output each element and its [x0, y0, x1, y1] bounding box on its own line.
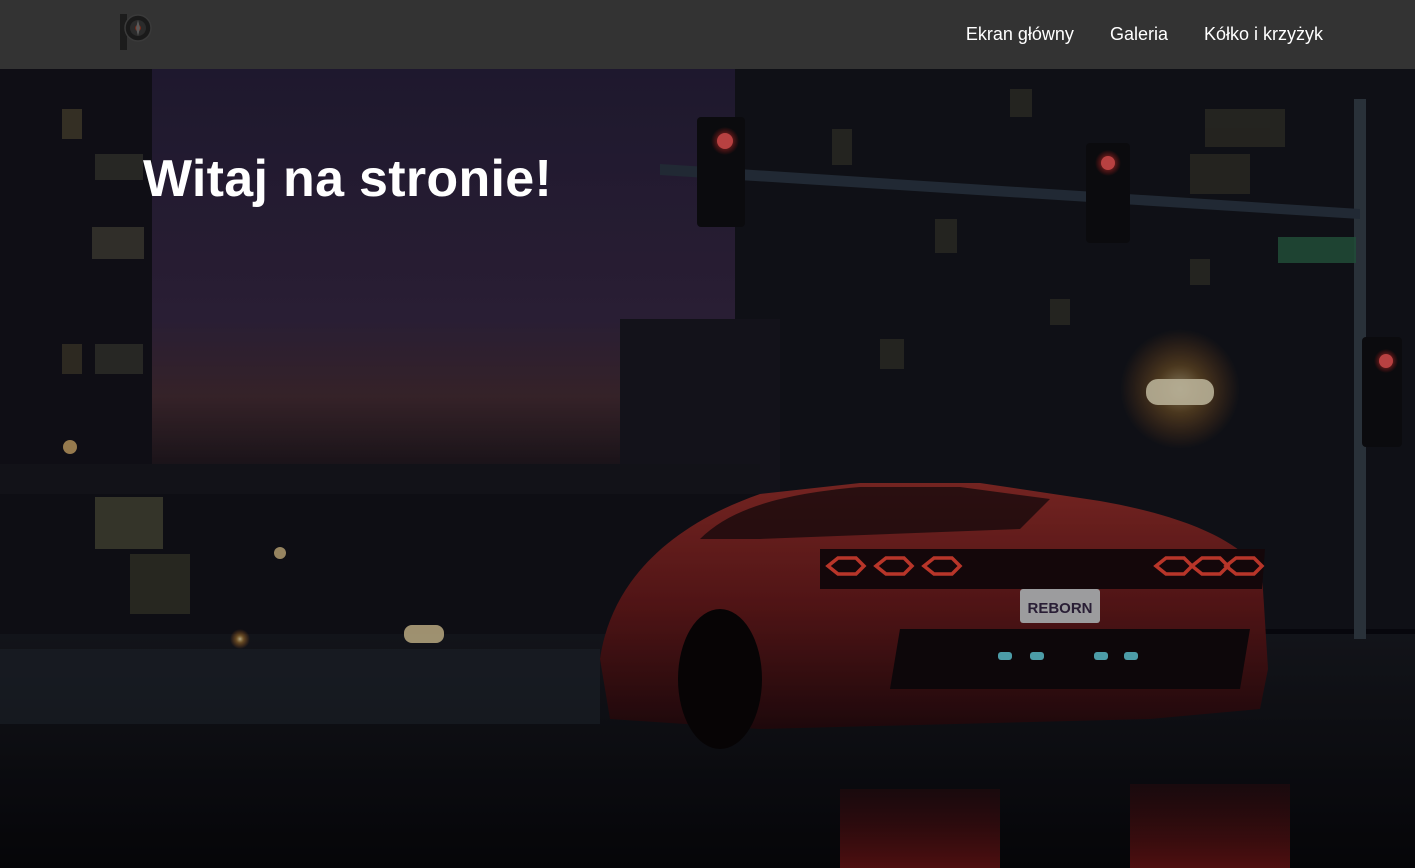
nav-link-tic-tac-toe[interactable]: Kółko i krzyżyk: [1204, 24, 1323, 45]
p-letter-logo-icon[interactable]: [118, 12, 154, 52]
main-nav: Ekran główny Galeria Kółko i krzyżyk: [966, 0, 1323, 69]
top-navbar: Ekran główny Galeria Kółko i krzyżyk: [0, 0, 1415, 69]
nav-link-gallery[interactable]: Galeria: [1110, 24, 1168, 45]
nav-link-home[interactable]: Ekran główny: [966, 24, 1074, 45]
hero-section: REBORN Witaj na stronie!: [0, 69, 1415, 868]
hero-title: Witaj na stronie!: [143, 150, 553, 208]
